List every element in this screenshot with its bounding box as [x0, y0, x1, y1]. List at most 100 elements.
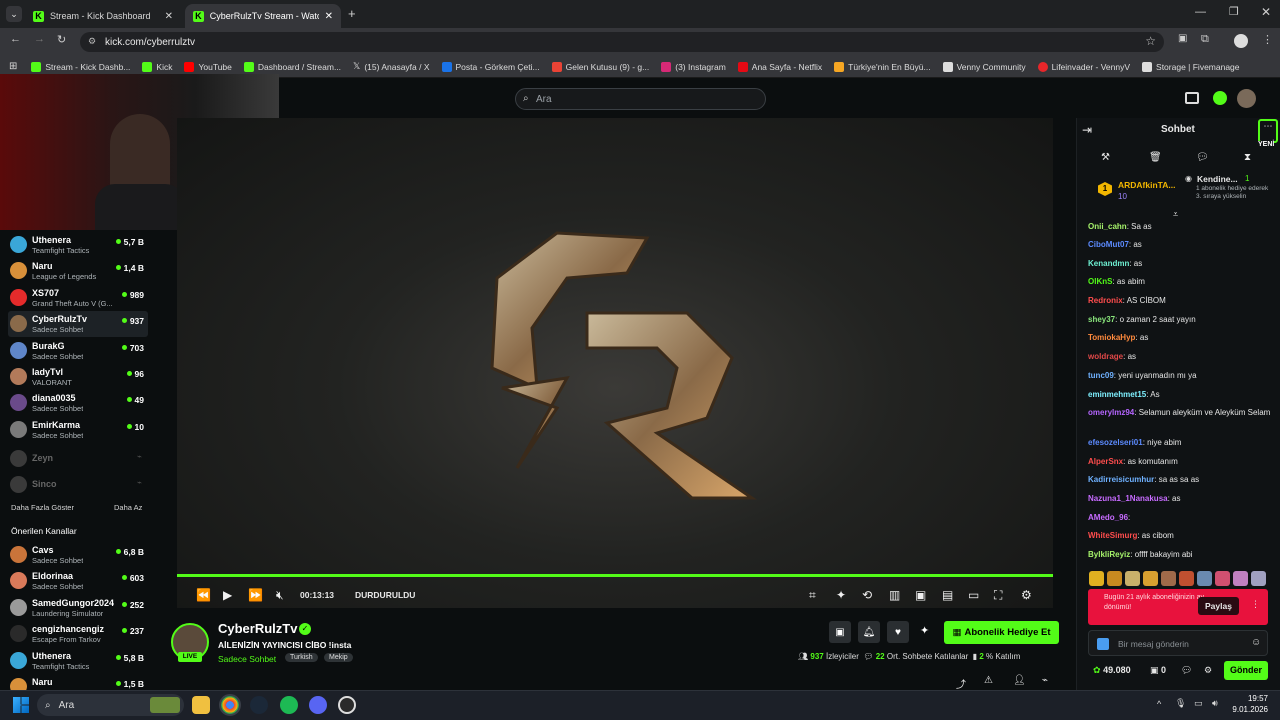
emote-icon[interactable] [1143, 571, 1158, 586]
emote-icon[interactable] [1125, 571, 1140, 586]
bookmark-item[interactable]: (3) Instagram [661, 61, 726, 72]
emote-icon[interactable] [1107, 571, 1122, 586]
sidebar-item-samedgungor2024[interactable]: SamedGungor2024 Laundering Simulator 252 [8, 595, 148, 621]
sidebar-item-cengizhancengiz[interactable]: cengizhancengiz Escape From Tarkov 237 [8, 621, 148, 647]
show-more-link[interactable]: Daha Fazla Göster [11, 503, 74, 512]
chat-username[interactable]: tunc09 [1088, 371, 1114, 380]
tab-close-icon[interactable]: ✕ [165, 11, 173, 22]
chat-options-button[interactable]: ⋯ [1258, 119, 1278, 143]
theater-mode-icon[interactable]: ▭ [968, 588, 979, 602]
chat-username[interactable]: TomiokaHyp [1088, 333, 1135, 342]
browser-menu-icon[interactable]: ⋮ [1262, 33, 1273, 46]
emote-icon[interactable] [1233, 571, 1248, 586]
sidebar-item-burakg[interactable]: BurakG Sadece Sohbet 703 [8, 338, 148, 364]
fast-forward-icon[interactable]: ⏩ [248, 588, 263, 602]
steam-icon[interactable] [250, 696, 268, 714]
obs-icon[interactable] [338, 696, 356, 714]
sparkle-icon[interactable]: ✦ [836, 588, 846, 602]
sidebar-item-uthenera[interactable]: Uthenera Teamfight Tactics 5,8 B [8, 648, 148, 674]
emote-icon[interactable] [1197, 571, 1212, 586]
chat-username[interactable]: BylkliReyiz [1088, 550, 1130, 559]
chat-username[interactable]: Kadirreisicumhur [1088, 475, 1154, 484]
bookmark-item[interactable]: 𝕏 (15) Anasayfa / X [353, 61, 429, 72]
reload-icon[interactable]: ↻ [57, 33, 66, 46]
address-bar[interactable]: ⚙ kick.com/cyberrulztv ☆ [80, 32, 1164, 52]
sidebar-item-naru[interactable]: Naru League of Legends 1,4 B [8, 258, 148, 284]
clip-button[interactable]: ▣ [829, 621, 851, 643]
sidebar-item-diana0035[interactable]: diana0035 Sadece Sohbet 49 [8, 390, 148, 416]
category-link[interactable]: Sadece Sohbet [218, 654, 276, 664]
sidebar-item-offline[interactable]: Sinco ⌁ [8, 472, 148, 498]
volume-icon[interactable]: 🔊︎ [1212, 698, 1218, 709]
send-button[interactable]: Gönder [1224, 661, 1268, 680]
user-icon[interactable]: 👤︎ [1013, 675, 1026, 686]
pip-icon[interactable]: ▣ [915, 588, 926, 602]
gift-event-name[interactable]: Kendine... [1197, 174, 1238, 184]
extension-icon[interactable]: ▣ [1178, 33, 1187, 44]
chat-username[interactable]: Nazuna1_1Nanakusa [1088, 494, 1168, 503]
play-icon[interactable]: ▶ [223, 588, 232, 602]
chat-username[interactable]: shey37 [1088, 315, 1115, 324]
chat-username[interactable]: AlperSnx [1088, 457, 1123, 466]
chat-username[interactable]: WhiteSimurg [1088, 531, 1137, 540]
chat-username[interactable]: CiboMut07 [1088, 240, 1129, 249]
chat-username[interactable]: Kenandmn [1088, 259, 1129, 268]
emoji-icon[interactable]: ☺ [1251, 637, 1261, 648]
bookmark-item[interactable]: Venny Community [942, 61, 1026, 72]
chat-input[interactable]: Bir mesaj gönderin ☺ [1088, 630, 1268, 656]
bookmark-item[interactable]: Dashboard / Stream... [243, 61, 341, 72]
stats-icon[interactable]: ▥ [889, 588, 900, 602]
network-icon[interactable]: ▭ [1194, 698, 1203, 709]
emote-icon[interactable] [1215, 571, 1230, 586]
taskbar-search[interactable]: ⌕ Ara [37, 694, 184, 716]
mute-icon[interactable]: 🔇︎ [276, 588, 284, 603]
emote-icon[interactable] [1251, 571, 1266, 586]
chat-username[interactable]: OlKnS [1088, 277, 1112, 286]
clip-icon[interactable]: ⌗ [809, 588, 816, 603]
bookmark-item[interactable]: Posta - Görkem Çeti... [441, 61, 540, 72]
file-explorer-icon[interactable] [192, 696, 210, 714]
site-search-input[interactable]: ⌕ Ara [515, 88, 766, 110]
cast-icon[interactable]: ▤ [942, 588, 953, 602]
tab-close-icon[interactable]: ✕ [325, 11, 333, 22]
bookmark-item[interactable]: Lifeinvader - VennyV [1037, 61, 1130, 72]
gift-subscription-button[interactable]: ▦ Abonelik Hediye Et [944, 621, 1059, 644]
tab-search-icon[interactable]: ⌄ [6, 6, 22, 22]
microphone-icon[interactable]: 🎙︎ [1175, 698, 1186, 709]
mod-hammer-icon[interactable]: ⚒ [1101, 152, 1110, 163]
leader-name[interactable]: ARDAfkinTA... [1118, 180, 1175, 190]
chat-username[interactable]: efesozelseri01 [1088, 438, 1143, 447]
replay-icon[interactable]: ⟲ [862, 588, 872, 602]
sidebar-item-eldorinaa[interactable]: Eldorinaa Sadece Sohbet 603 [8, 568, 148, 594]
collapse-chat-icon[interactable]: ⇥ [1082, 123, 1092, 137]
sidebar-item-ladytvl[interactable]: ladyTvl VALORANT 96 [8, 364, 148, 390]
points-balance[interactable]: ✿ 49.080 [1093, 665, 1131, 676]
sidebar-item-cavs[interactable]: Cavs Sadece Sohbet 6,8 B [8, 542, 148, 568]
tag-chip[interactable]: Turkish [285, 653, 318, 662]
sidebar-item-cyberrulztv[interactable]: CyberRulzTv Sadece Sohbet 937 [8, 311, 148, 338]
emote-icon[interactable] [1161, 571, 1176, 586]
chat-bubble-icon[interactable]: 💬︎ [1196, 152, 1209, 163]
user-avatar[interactable] [1237, 89, 1256, 108]
bookmark-item[interactable]: Türkiye'nin En Büyü... [834, 61, 931, 72]
close-window-button[interactable]: ✕ [1261, 5, 1271, 19]
chat-settings-icon[interactable]: ⚙ [1204, 665, 1212, 676]
minimize-button[interactable]: — [1195, 6, 1206, 18]
wallet-icon[interactable] [1185, 92, 1199, 104]
expand-chevron-icon[interactable]: ⩡ [1173, 209, 1178, 220]
sidebar-item-xs707[interactable]: XS707 Grand Theft Auto V (G... 989 [8, 285, 148, 311]
show-less-link[interactable]: Daha Az [114, 503, 142, 512]
chat-username[interactable]: woldrage [1088, 352, 1123, 361]
sidebar-item-offline[interactable]: Zeyn ⌁ [8, 446, 148, 472]
notification-bell-icon[interactable]: 🔔︎ [858, 621, 880, 643]
apps-grid-icon[interactable]: ⊞ [9, 61, 17, 72]
sparkle-icon[interactable]: ✦ [920, 624, 929, 637]
forward-icon[interactable]: → [34, 33, 45, 45]
chat-username[interactable]: omerylmz94 [1088, 408, 1134, 417]
extensions-puzzle-icon[interactable]: ⧉ [1201, 33, 1209, 46]
sidebar-item-uthenera[interactable]: Uthenera Teamfight Tactics 5,7 B [8, 232, 148, 258]
discord-icon[interactable] [309, 696, 327, 714]
bookmark-item[interactable]: Kick [142, 61, 172, 72]
tag-chip[interactable]: Mekip [324, 653, 353, 662]
share-icon[interactable]: ⤴ [956, 676, 966, 691]
